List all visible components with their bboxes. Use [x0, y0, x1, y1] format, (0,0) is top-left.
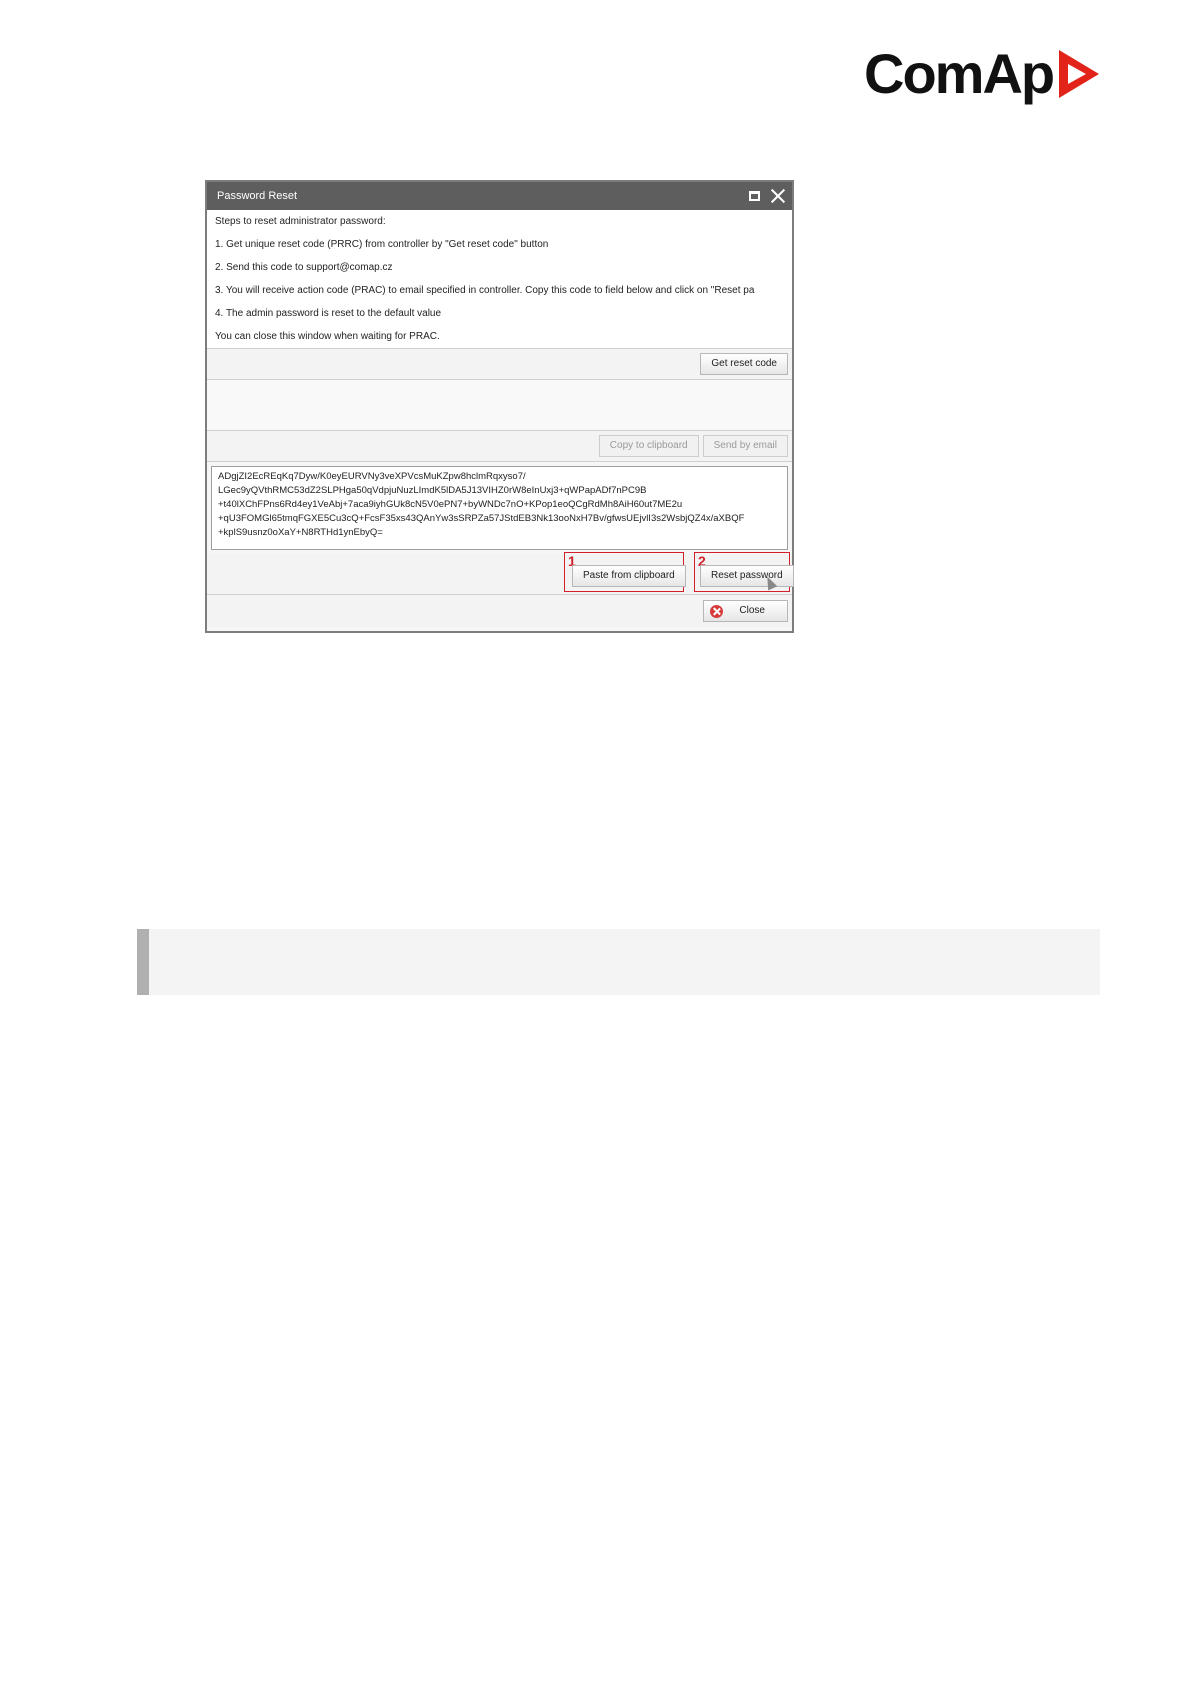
copy-to-clipboard-button[interactable]: Copy to clipboard: [598, 435, 699, 457]
reset-actions-bar: 1 Paste from clipboard 2 Reset password: [207, 552, 794, 595]
steps-note: You can close this window when waiting f…: [215, 331, 440, 342]
reset-password-button[interactable]: Reset password: [700, 565, 794, 587]
logo-text: ComAp: [864, 42, 1055, 105]
close-button-label: Close: [739, 605, 765, 616]
action-code-input[interactable]: ADgjZI2EcREqKq7Dyw/K0eyEURVNy3veXPVcsMuK…: [211, 466, 788, 550]
dialog-titlebar: Password Reset: [207, 182, 792, 210]
paste-from-clipboard-button[interactable]: Paste from clipboard: [572, 565, 686, 587]
code-actions-bar: Copy to clipboard Send by email: [207, 431, 792, 462]
note-box: [137, 929, 1100, 995]
code-line: +kplS9usnz0oXaY+N8RTHd1ynEbyQ=: [218, 527, 383, 538]
note-accent-bar: [137, 929, 149, 995]
dialog-title: Password Reset: [217, 190, 298, 202]
steps-text: Steps to reset administrator password: 1…: [207, 210, 792, 349]
close-button[interactable]: Close: [703, 600, 788, 622]
close-icon[interactable]: [770, 188, 786, 204]
step-4: 4. The admin password is reset to the de…: [215, 308, 442, 319]
maximize-icon[interactable]: [749, 191, 760, 201]
send-by-email-button[interactable]: Send by email: [702, 435, 788, 457]
get-code-bar: Get reset code: [207, 349, 792, 380]
code-line: ADgjZI2EcREqKq7Dyw/K0eyEURVNy3veXPVcsMuK…: [218, 471, 526, 482]
steps-heading: Steps to reset administrator password:: [215, 216, 386, 227]
code-line: +t40lXChFPns6Rd4ey1VeAbj+7aca9iyhGUk8cN5…: [218, 499, 683, 510]
code-line: +qU3FOMGl65tmqFGXE5Cu3cQ+FcsF35xs43QAnYw…: [218, 513, 745, 524]
reset-code-display: [207, 380, 792, 431]
get-reset-code-button[interactable]: Get reset code: [700, 353, 788, 375]
dialog-footer: Close: [207, 595, 792, 627]
code-line: LGec9yQVthRMC53dZ2SLPHga50qVdpjuNuzLImdK…: [218, 485, 647, 496]
step-2: 2. Send this code to support@comap.cz: [215, 262, 393, 273]
step-3: 3. You will receive action code (PRAC) t…: [215, 285, 755, 296]
password-reset-dialog: Password Reset Steps to reset administra…: [205, 180, 794, 633]
stop-icon: [710, 604, 724, 618]
logo-play-icon: [1059, 50, 1100, 98]
comap-logo: ComAp: [864, 44, 1103, 104]
step-1: 1. Get unique reset code (PRRC) from con…: [215, 239, 549, 250]
